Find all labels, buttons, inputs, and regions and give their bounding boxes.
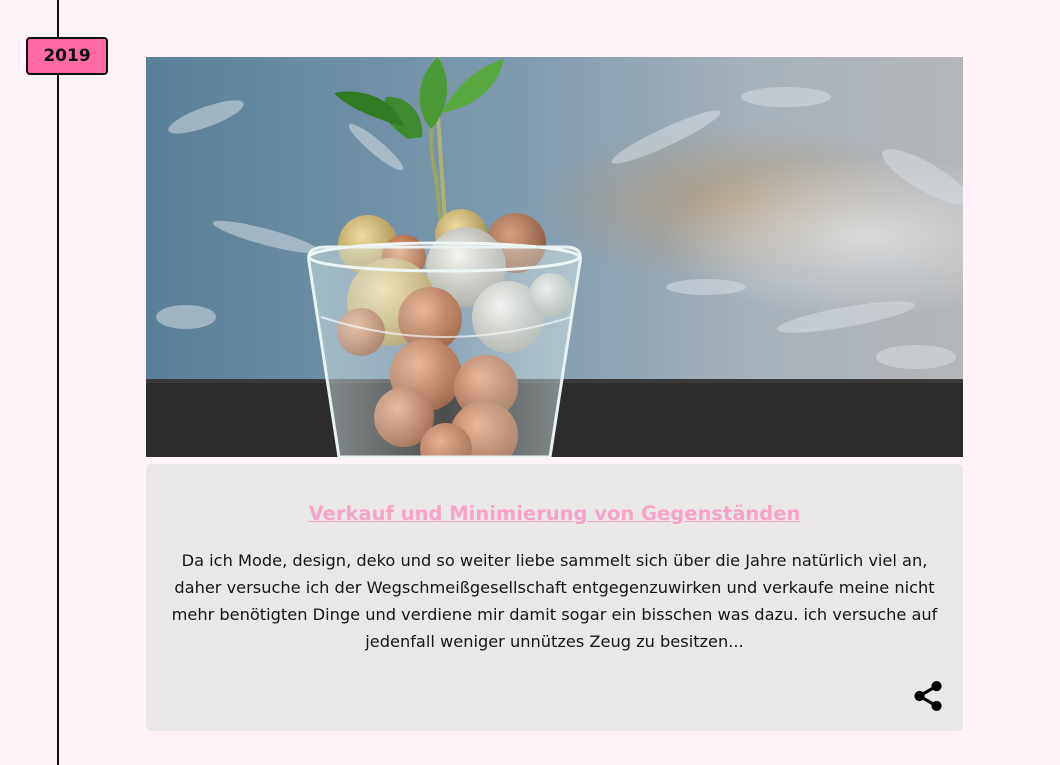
card-image (146, 57, 963, 457)
timeline-line (57, 0, 59, 765)
timeline-card: Verkauf und Minimierung von Gegenständen… (146, 57, 963, 731)
card-description: Da ich Mode, design, deko und so weiter … (171, 551, 938, 651)
card-body: Verkauf und Minimierung von Gegenständen… (146, 464, 963, 731)
share-icon[interactable] (911, 679, 945, 713)
card-title-link[interactable]: Verkauf und Minimierung von Gegenständen (309, 502, 801, 525)
year-label: 2019 (43, 46, 91, 66)
year-badge: 2019 (26, 37, 108, 75)
